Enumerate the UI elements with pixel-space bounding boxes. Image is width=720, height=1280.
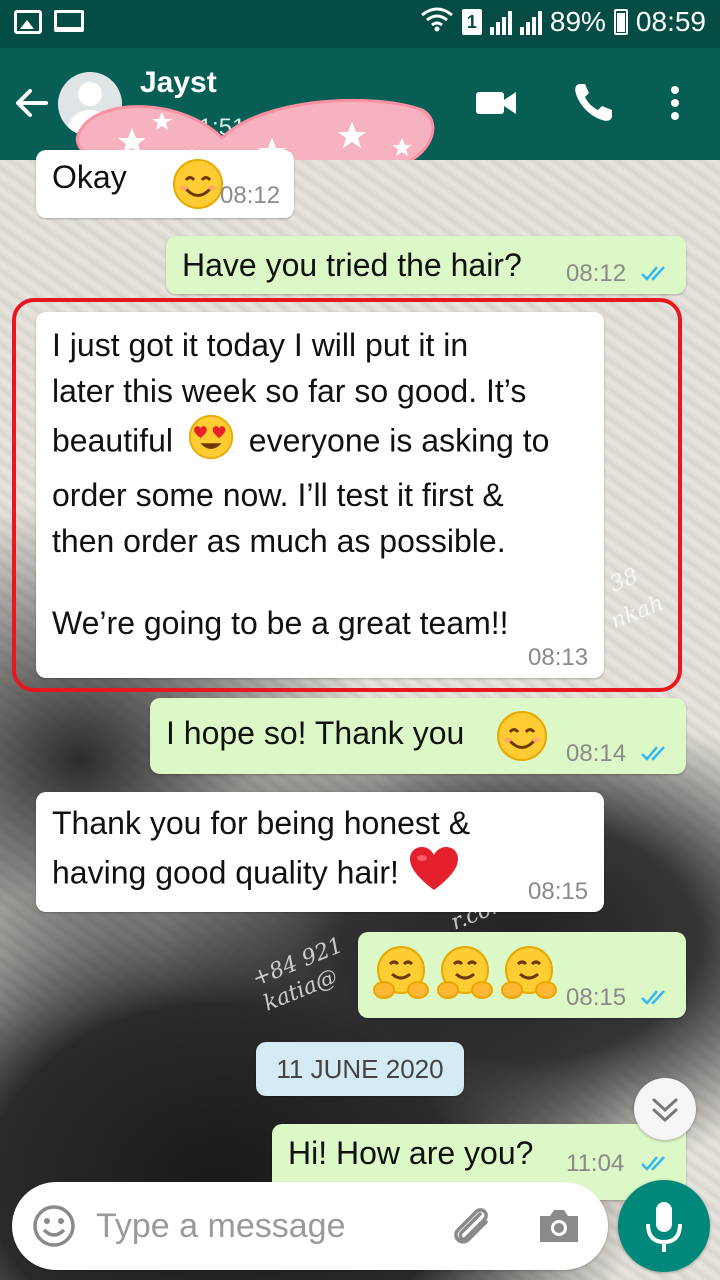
message-time: 11:04 — [566, 1150, 625, 1177]
message-line: later this week so far so good. It’s — [52, 373, 527, 409]
status-bar: 1 89% 08:59 — [0, 0, 720, 48]
back-arrow-icon[interactable] — [12, 78, 56, 128]
message-line: everyone is asking to — [248, 422, 550, 459]
screen-cast-icon — [54, 10, 84, 32]
read-receipt-icon — [641, 1156, 665, 1171]
message-composer — [12, 1182, 608, 1270]
message-text: Okay — [52, 159, 127, 195]
battery-percent: 89% — [549, 6, 606, 37]
voice-message-button[interactable] — [618, 1180, 710, 1272]
read-receipt-icon — [641, 266, 665, 281]
camera-icon[interactable] — [536, 1204, 582, 1248]
heart-eyes-emoji-icon — [186, 414, 236, 472]
more-options-icon[interactable] — [660, 78, 690, 128]
voice-call-icon[interactable] — [568, 78, 618, 128]
message-line: beautiful — [52, 422, 173, 459]
message-line: then order as much as possible. — [52, 523, 506, 559]
message-time: 08:12 — [220, 182, 281, 209]
read-receipt-icon — [641, 746, 665, 761]
message-bubble-outgoing[interactable]: Have you tried the hair? 08:12 — [166, 236, 686, 294]
paperclip-attach-icon[interactable] — [446, 1200, 496, 1252]
message-time: 08:15 — [528, 878, 589, 905]
message-input[interactable] — [96, 1200, 416, 1252]
message-bubble-incoming-highlighted[interactable]: I just got it today I will put it in lat… — [36, 312, 604, 678]
smiling-face-emoji-icon — [496, 710, 548, 772]
contact-name[interactable]: Jayst — [140, 66, 217, 100]
message-text: Hi! How are you? — [288, 1135, 534, 1171]
message-text: I hope so! Thank you — [166, 715, 465, 751]
battery-icon — [613, 9, 628, 35]
signal-strength-icon-2 — [519, 9, 542, 35]
message-bubble-outgoing[interactable]: I hope so! Thank you 08:14 — [150, 698, 686, 774]
message-line: We’re going to be a great team!! — [52, 605, 509, 641]
double-chevron-down-icon — [652, 1098, 678, 1123]
hugging-face-emoji-icon — [373, 946, 429, 999]
video-call-icon[interactable] — [472, 78, 522, 128]
microphone-icon — [646, 1202, 682, 1252]
message-line: Thank you for being honest & — [52, 805, 471, 841]
gallery-notification-icon — [14, 10, 42, 34]
message-bubble-outgoing[interactable]: 08:15 — [358, 932, 686, 1018]
message-line: order some now. I’ll test it first & — [52, 477, 504, 513]
message-line: I just got it today I will put it in — [52, 327, 469, 363]
message-text: Have you tried the hair? — [182, 247, 522, 283]
signal-strength-icon — [489, 9, 512, 35]
read-receipt-icon — [641, 990, 665, 1005]
scroll-to-bottom-button[interactable] — [634, 1078, 696, 1140]
message-time: 08:14 — [566, 740, 627, 767]
red-heart-emoji-icon — [408, 846, 460, 904]
smiling-face-emoji-icon — [172, 158, 224, 220]
message-time: 08:12 — [566, 260, 627, 287]
emoji-picker-icon[interactable] — [30, 1202, 78, 1250]
wifi-icon — [420, 6, 454, 38]
clock: 08:59 — [635, 6, 706, 37]
sim-slot-icon: 1 — [461, 9, 482, 35]
message-time: 08:13 — [528, 644, 589, 671]
chat-header: Jayst la d 21:51 — [0, 48, 720, 198]
hugging-face-emoji-group — [372, 944, 558, 1004]
hugging-face-emoji-icon — [437, 946, 493, 999]
hugging-face-emoji-icon — [501, 946, 557, 999]
message-line: having good quality hair! — [52, 854, 399, 891]
message-bubble-incoming[interactable]: Okay 08:12 — [36, 150, 294, 218]
message-bubble-incoming[interactable]: Thank you for being honest & having good… — [36, 792, 604, 912]
message-time: 08:15 — [566, 984, 627, 1011]
date-divider: 11 JUNE 2020 — [256, 1042, 464, 1096]
